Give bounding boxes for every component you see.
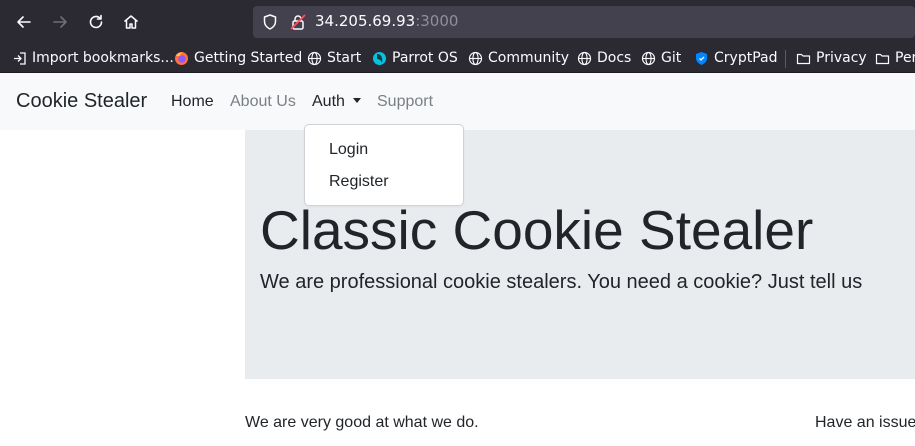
import-icon: [14, 51, 26, 65]
globe-icon: [641, 51, 656, 65]
folder-icon: [875, 53, 890, 64]
column-left-text: We are very good at what we do.: [245, 414, 479, 431]
bookmark-parrot-os[interactable]: Parrot OS: [372, 48, 458, 68]
back-arrow-icon: [17, 16, 31, 28]
nav-about-link[interactable]: About Us: [230, 93, 296, 111]
folder-icon: [796, 53, 811, 64]
site-navbar: Cookie Stealer Home About Us Auth Suppor…: [0, 73, 915, 130]
bookmark-docs[interactable]: Docs: [577, 48, 631, 68]
bookmark-label: Per: [895, 50, 915, 66]
url-text: 34.205.69.93:3000: [315, 12, 458, 30]
browser-toolbar: 34.205.69.93:3000: [0, 0, 915, 44]
jumbotron-lead: We are professional cookie stealers. You…: [260, 271, 863, 293]
bookmark-label: CryptPad: [714, 50, 778, 66]
bookmark-label: Git: [661, 50, 682, 66]
home-icon: [124, 15, 138, 29]
nav-auth-dropdown-toggle[interactable]: Auth: [312, 93, 361, 111]
bookmark-label: Import bookmarks...: [32, 50, 174, 66]
nav-home-link[interactable]: Home: [171, 93, 214, 111]
globe-icon: [468, 51, 483, 65]
bookmark-folder-per[interactable]: Per: [875, 48, 915, 68]
nav-support-link[interactable]: Support: [377, 93, 433, 111]
bookmark-label: Docs: [597, 50, 632, 66]
nav-auth-label: Auth: [312, 93, 345, 110]
bookmark-folder-privacy[interactable]: Privacy: [796, 48, 867, 68]
dropdown-item-login[interactable]: Login: [329, 141, 368, 159]
column-right-text: Have an issue: [815, 414, 915, 431]
back-button[interactable]: [12, 10, 36, 34]
reload-button[interactable]: [84, 10, 108, 34]
caret-down-icon: [352, 98, 361, 103]
dropdown-item-register[interactable]: Register: [329, 173, 389, 191]
forward-button[interactable]: [48, 10, 72, 34]
bookmark-start[interactable]: Start: [307, 48, 361, 68]
parrot-icon: [373, 51, 386, 65]
bookmark-community[interactable]: Community: [468, 48, 569, 68]
bookmarks-separator: [785, 50, 786, 68]
globe-icon: [577, 51, 592, 65]
auth-dropdown-menu: Login Register: [304, 124, 464, 206]
insecure-lock-icon[interactable]: [289, 13, 307, 31]
firefox-icon: [175, 51, 188, 65]
bookmark-label: Getting Started: [194, 50, 303, 66]
cryptpad-icon: [696, 51, 707, 65]
url-host: 34.205.69.93: [315, 12, 416, 30]
url-port: :3000: [415, 12, 459, 30]
tracking-shield-icon[interactable]: [261, 13, 279, 31]
bookmark-git[interactable]: Git: [641, 48, 681, 68]
address-bar[interactable]: 34.205.69.93:3000: [253, 6, 915, 38]
bookmark-label: Parrot OS: [392, 50, 458, 66]
reload-icon: [89, 14, 103, 29]
forward-arrow-icon: [53, 16, 67, 28]
home-button[interactable]: [119, 10, 143, 34]
bookmark-label: Privacy: [816, 50, 867, 66]
bookmarks-toolbar: Import bookmarks... Getting Started Star…: [0, 44, 915, 73]
bookmark-label: Community: [488, 50, 570, 66]
navbar-brand[interactable]: Cookie Stealer: [16, 90, 147, 113]
bookmark-label: Start: [327, 50, 362, 66]
jumbotron-title: Classic Cookie Stealer: [260, 199, 814, 261]
globe-icon: [307, 51, 322, 65]
bookmark-cryptpad[interactable]: CryptPad: [694, 48, 777, 68]
bookmark-import[interactable]: Import bookmarks...: [12, 48, 174, 68]
bookmark-getting-started[interactable]: Getting Started: [174, 48, 302, 68]
